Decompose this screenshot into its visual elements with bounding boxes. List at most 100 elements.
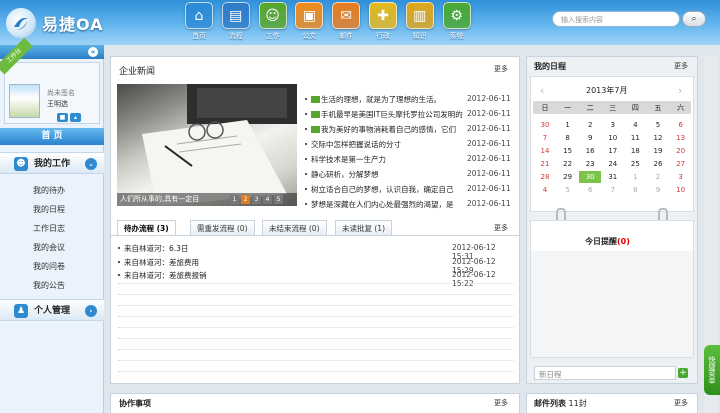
calendar-day[interactable]: 9 bbox=[647, 184, 669, 196]
calendar-day[interactable]: 26 bbox=[647, 158, 669, 170]
calendar-day[interactable]: 6 bbox=[670, 119, 692, 131]
nav-puzzle[interactable]: ✚ 行政 bbox=[367, 2, 399, 44]
flow-item[interactable]: 来自林道河：差旅费用 2012-06-12 15:29 bbox=[118, 257, 514, 275]
calendar-day[interactable]: 25 bbox=[624, 158, 646, 170]
news-item-title[interactable]: 科学技术是第一生产力 bbox=[311, 154, 463, 165]
nav-gear[interactable]: ⚙ 系统 bbox=[441, 2, 473, 44]
calendar-day[interactable]: 6 bbox=[579, 184, 601, 196]
chevron-down-icon[interactable]: ⌄ bbox=[85, 158, 97, 170]
news-item[interactable]: 树立适合自己的梦想，认识自我，确定自己 2012-06-11 bbox=[305, 182, 513, 196]
flow-tab-0[interactable]: 待办流程 (3) bbox=[117, 220, 176, 235]
flow-item-title[interactable]: 来自林道河：差旅费报销 bbox=[124, 270, 207, 281]
calendar-day[interactable]: 29 bbox=[557, 171, 579, 183]
calendar-day[interactable]: 28 bbox=[534, 171, 556, 183]
news-item[interactable]: 生活的理想，就是为了理想的生活。 2012-06-11 bbox=[305, 92, 513, 106]
news-item-title[interactable]: 生活的理想，就是为了理想的生活。 bbox=[311, 94, 463, 105]
calendar-day[interactable]: 1 bbox=[624, 171, 646, 183]
news-item-title[interactable]: 梦想是深藏在人们内心处最强烈的渴望，是 bbox=[311, 199, 463, 210]
calendar-day[interactable]: 24 bbox=[602, 158, 624, 170]
flow-item-title[interactable]: 来自林道河：6.3日 bbox=[124, 243, 188, 254]
calendar-day[interactable]: 30 bbox=[579, 171, 602, 183]
nav-books[interactable]: ▥ 知识 bbox=[404, 2, 436, 44]
news-item-title[interactable]: 交际中怎样把握说话的分寸 bbox=[311, 139, 463, 150]
flow-tab-3[interactable]: 未读批复 (1) bbox=[335, 220, 393, 235]
lock-icon[interactable]: ■ bbox=[57, 113, 68, 122]
flow-tab-2[interactable]: 未结束流程 (0) bbox=[262, 220, 327, 235]
calendar-day[interactable]: 12 bbox=[647, 132, 669, 144]
calendar-day[interactable]: 2 bbox=[647, 171, 669, 183]
search-button[interactable]: ⌕ bbox=[682, 11, 706, 27]
calendar-day[interactable]: 4 bbox=[534, 184, 556, 196]
calendar-day[interactable]: 1 bbox=[557, 119, 579, 131]
next-month-icon[interactable]: › bbox=[678, 84, 682, 97]
calendar-day[interactable]: 15 bbox=[557, 145, 579, 157]
calendar-day[interactable]: 19 bbox=[647, 145, 669, 157]
avatar[interactable] bbox=[9, 84, 40, 118]
news-item[interactable]: 手机最早是美国IT巨头摩托罗拉公司发明的 2012-06-11 bbox=[305, 107, 513, 121]
news-item[interactable]: 梦想是深藏在人们内心处最强烈的渴望，是 2012-06-11 bbox=[305, 197, 513, 211]
news-item[interactable]: 我为美好的事物消耗着自己的感情，它们 2012-06-11 bbox=[305, 122, 513, 136]
flow-item[interactable]: 来自林道河：差旅费报销 2012-06-12 15:22 bbox=[118, 270, 514, 288]
schedule-more-link[interactable]: 更多 bbox=[674, 61, 688, 71]
news-item[interactable]: 静心研析，分解梦想 2012-06-11 bbox=[305, 167, 513, 181]
news-image[interactable] bbox=[117, 84, 297, 206]
menu-my-survey[interactable]: 我的问卷 bbox=[33, 261, 65, 272]
news-item[interactable]: 交际中怎样把握说话的分寸 2012-06-11 bbox=[305, 137, 513, 151]
news-item-title[interactable]: 手机最早是美国IT巨头摩托罗拉公司发明的 bbox=[311, 109, 463, 120]
calendar-day[interactable]: 3 bbox=[602, 119, 624, 131]
personal-section[interactable]: ♟ 个人管理 › bbox=[0, 299, 104, 321]
collapse-sidebar-icon[interactable]: « bbox=[88, 47, 98, 57]
nav-notebook[interactable]: ▤ 流程 bbox=[220, 2, 252, 44]
calendar-day[interactable]: 22 bbox=[557, 158, 579, 170]
calendar-day[interactable]: 3 bbox=[670, 171, 692, 183]
menu-my-meeting[interactable]: 我的会议 bbox=[33, 242, 65, 253]
calendar-day[interactable]: 5 bbox=[647, 119, 669, 131]
calendar-day[interactable]: 18 bbox=[624, 145, 646, 157]
user-signature[interactable]: 尚未签名 bbox=[47, 88, 75, 98]
chevron-right-icon[interactable]: › bbox=[85, 305, 97, 317]
calendar-day[interactable]: 13 bbox=[670, 132, 692, 144]
mail-more-link[interactable]: 更多 bbox=[674, 398, 688, 408]
collab-more-link[interactable]: 更多 bbox=[494, 398, 508, 408]
calendar-day[interactable]: 2 bbox=[579, 119, 601, 131]
nav-people[interactable]: ☺ 工作 bbox=[257, 2, 289, 44]
calendar-day[interactable]: 8 bbox=[624, 184, 646, 196]
calendar-day[interactable]: 5 bbox=[557, 184, 579, 196]
logout-icon[interactable]: ▴ bbox=[70, 113, 81, 122]
menu-my-schedule[interactable]: 我的日程 bbox=[33, 204, 65, 215]
menu-work-log[interactable]: 工作日志 bbox=[33, 223, 65, 234]
news-page-3[interactable]: 3 bbox=[252, 195, 261, 204]
calendar-day[interactable]: 20 bbox=[670, 145, 692, 157]
menu-my-notice[interactable]: 我的公告 bbox=[33, 280, 65, 291]
my-work-section[interactable]: ☻ 我的工作 ⌄ bbox=[0, 152, 104, 174]
calendar-day[interactable]: 8 bbox=[557, 132, 579, 144]
calendar-day[interactable]: 10 bbox=[670, 184, 692, 196]
news-page-5[interactable]: 5 bbox=[274, 195, 283, 204]
calendar-day[interactable]: 4 bbox=[624, 119, 646, 131]
calendar-day[interactable]: 11 bbox=[624, 132, 646, 144]
calendar-day[interactable]: 30 bbox=[534, 119, 556, 131]
flow-tab-1[interactable]: 需重发流程 (0) bbox=[190, 220, 255, 235]
calendar-day[interactable]: 16 bbox=[579, 145, 601, 157]
calendar-day[interactable]: 31 bbox=[602, 171, 624, 183]
calendar-day[interactable]: 7 bbox=[602, 184, 624, 196]
new-schedule-input[interactable]: 新日程 bbox=[534, 366, 676, 380]
menu-my-todo[interactable]: 我的待办 bbox=[33, 185, 65, 196]
calendar-day[interactable]: 9 bbox=[579, 132, 601, 144]
calendar-day[interactable]: 10 bbox=[602, 132, 624, 144]
calendar-day[interactable]: 21 bbox=[534, 158, 556, 170]
calendar-day[interactable]: 27 bbox=[670, 158, 692, 170]
news-item[interactable]: 科学技术是第一生产力 2012-06-11 bbox=[305, 152, 513, 166]
news-item-title[interactable]: 静心研析，分解梦想 bbox=[311, 169, 463, 180]
calendar-day[interactable]: 14 bbox=[534, 145, 556, 157]
news-page-2[interactable]: 2 bbox=[241, 195, 250, 204]
news-page-4[interactable]: 4 bbox=[263, 195, 272, 204]
prev-month-icon[interactable]: ‹ bbox=[540, 84, 544, 97]
news-page-1[interactable]: 1 bbox=[230, 195, 239, 204]
shortcut-menu-tab[interactable]: 快捷菜单 bbox=[704, 345, 720, 395]
news-item-title[interactable]: 我为美好的事物消耗着自己的感情，它们 bbox=[311, 124, 463, 135]
nav-home[interactable]: ⌂ 首页 bbox=[183, 2, 215, 44]
nav-mail[interactable]: ✉ 邮件 bbox=[330, 2, 362, 44]
news-more-link[interactable]: 更多 bbox=[494, 64, 508, 74]
add-schedule-icon[interactable]: + bbox=[678, 368, 688, 378]
